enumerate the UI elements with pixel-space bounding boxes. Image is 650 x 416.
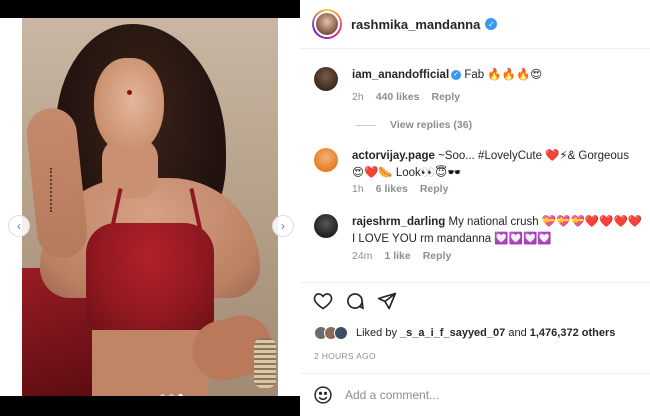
comment-meta: 1h 6 likes Reply — [352, 183, 448, 195]
likes-prefix: Liked by — [356, 327, 397, 339]
media-frame: ‹ › — [0, 18, 300, 396]
chevron-right-icon: › — [281, 219, 285, 233]
comment-meta: 24m 1 like Reply — [352, 250, 451, 262]
comment-avatar[interactable] — [314, 67, 338, 91]
likes-joiner: and — [508, 327, 527, 339]
actions-divider — [300, 282, 650, 283]
comment-time: 24m — [352, 250, 373, 262]
share-button[interactable] — [377, 291, 397, 311]
carousel-prev-button[interactable]: ‹ — [8, 215, 30, 237]
photo-tattoo — [50, 168, 58, 212]
reply-button[interactable]: Reply — [431, 91, 460, 103]
comment-body: rajeshrm_darling My national crush 💝💝💝❤️… — [352, 214, 644, 248]
comment-username[interactable]: iam_anandofficial — [352, 69, 449, 81]
comment-composer — [313, 385, 605, 405]
chevron-left-icon: ‹ — [17, 219, 21, 233]
liker-avatar — [334, 326, 348, 340]
comment-bubble-icon — [347, 293, 364, 310]
post-header: rashmika_mandanna ✓ — [300, 0, 650, 48]
photo-midriff — [92, 330, 208, 396]
comment-time: 1h — [352, 183, 364, 195]
comment-likes[interactable]: 440 likes — [376, 91, 420, 103]
photo-blouse — [86, 223, 214, 333]
photo-bangles — [254, 338, 276, 388]
comment-text: Fab 🔥🔥🔥😍 — [464, 69, 543, 81]
header-divider — [300, 48, 650, 49]
view-replies-label: View replies (36) — [390, 119, 473, 131]
photo-bindi — [127, 90, 132, 95]
view-replies-button[interactable]: View replies (36) — [356, 119, 472, 131]
post-timestamp[interactable]: 2 HOURS AGO — [314, 351, 376, 361]
comment-meta: 2h 440 likes Reply — [352, 91, 460, 103]
likes-others-link[interactable]: 1,476,372 others — [530, 327, 616, 339]
comment-time: 2h — [352, 91, 364, 103]
post-detail-panel: rashmika_mandanna ✓ iam_anandofficial ✓ F… — [300, 0, 650, 416]
emoji-button[interactable] — [313, 385, 333, 405]
emoji-icon — [314, 386, 332, 404]
heart-icon — [313, 293, 333, 310]
photo-face — [94, 58, 164, 154]
paper-plane-icon — [377, 292, 397, 310]
reply-button[interactable]: Reply — [420, 183, 449, 195]
author-avatar-image — [314, 11, 340, 37]
liker-avatars — [314, 326, 348, 340]
likes-user-link[interactable]: _s_a_i_f_sayyed_07 — [400, 327, 505, 339]
comment-avatar[interactable] — [314, 214, 338, 238]
comment-button[interactable] — [345, 291, 365, 311]
post-media-panel: ‹ › — [0, 0, 300, 416]
comment-input-divider — [300, 373, 650, 374]
view-replies-line — [356, 124, 376, 126]
post-photo[interactable] — [22, 18, 278, 396]
add-comment-input[interactable] — [345, 388, 605, 402]
verified-badge-icon: ✓ — [451, 69, 462, 80]
verified-badge-icon: ✓ — [485, 18, 498, 30]
comment-body: iam_anandofficial ✓ Fab 🔥🔥🔥😍 — [352, 67, 644, 84]
like-button[interactable] — [313, 291, 333, 311]
comment-avatar[interactable] — [314, 148, 338, 172]
reply-button[interactable]: Reply — [423, 250, 452, 262]
likes-summary: Liked by _s_a_i_f_sayyed_07 and 1,476,37… — [314, 326, 615, 340]
carousel-next-button[interactable]: › — [272, 215, 294, 237]
author-avatar[interactable] — [312, 9, 342, 39]
post-action-bar — [313, 291, 397, 311]
media-bottom-bar — [0, 396, 300, 416]
comment-username[interactable]: actorvijay.page — [352, 150, 435, 162]
comment-username[interactable]: rajeshrm_darling — [352, 216, 445, 228]
comment-likes[interactable]: 6 likes — [376, 183, 408, 195]
author-username[interactable]: rashmika_mandanna — [351, 17, 480, 32]
comment-body: actorvijay.page ~Soo... #LovelyCute ❤️⚡&… — [352, 148, 644, 182]
comment-likes[interactable]: 1 like — [384, 250, 410, 262]
